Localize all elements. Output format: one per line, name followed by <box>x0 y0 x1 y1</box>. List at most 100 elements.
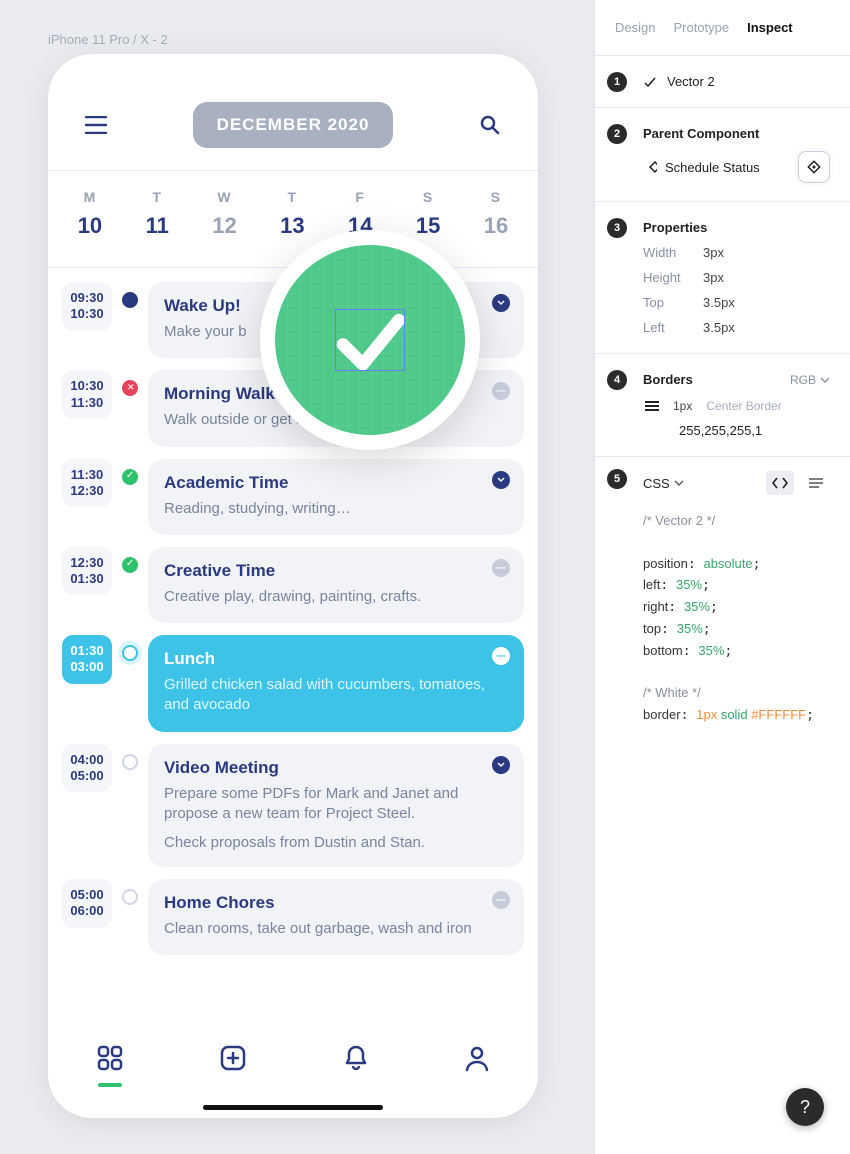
badge-code: 5 <box>607 469 627 489</box>
hamburger-button[interactable] <box>76 105 116 145</box>
expand-button[interactable]: – <box>492 891 510 909</box>
goto-component-button[interactable] <box>798 151 830 183</box>
bottom-nav <box>48 1028 538 1106</box>
status-dot[interactable] <box>122 645 138 661</box>
nav-notifications[interactable] <box>343 1044 369 1077</box>
day-of-week: M <box>78 189 102 205</box>
task-card[interactable]: –Home Chores Clean rooms, take out garbag… <box>148 879 524 955</box>
day-column[interactable]: S15 <box>416 189 440 239</box>
prop-value[interactable]: 3px <box>703 270 830 285</box>
badge-parent: 2 <box>607 124 627 144</box>
prop-value[interactable]: 3px <box>703 245 830 260</box>
table-view-button[interactable] <box>802 471 830 495</box>
task-description: Creative play, drawing, painting, crafts… <box>164 587 508 607</box>
layer-row[interactable]: Vector 2 <box>643 74 830 89</box>
status-dot[interactable] <box>122 380 138 396</box>
code-section: 5 CSS /* Vector 2 */ position: absolute;… <box>595 457 850 767</box>
task-row: 04:0005:00 Video Meeting Prepare some PDFs… <box>62 744 524 868</box>
task-card[interactable]: Academic TimeReading, studying, writing… <box>148 459 524 535</box>
chevron-down-icon <box>820 377 830 383</box>
badge-props: 3 <box>607 218 627 238</box>
code-lang-select[interactable]: CSS <box>643 476 684 491</box>
phone-header: DECEMBER 2020 <box>48 54 538 171</box>
prop-key: Top <box>643 295 703 310</box>
task-time: 10:3011:30 <box>62 370 112 419</box>
code-view-button[interactable] <box>766 471 794 495</box>
task-card[interactable]: –Creative TimeCreative play, drawing, pa… <box>148 547 524 623</box>
day-column[interactable]: S16 <box>484 189 508 239</box>
day-column[interactable]: T11 <box>146 189 169 239</box>
bell-icon <box>343 1044 369 1072</box>
prop-key: Height <box>643 270 703 285</box>
status-dot[interactable] <box>122 557 138 573</box>
target-icon <box>806 159 822 175</box>
properties-title: Properties <box>643 220 830 235</box>
task-row: 05:0006:00 –Home Chores Clean rooms, take … <box>62 879 524 955</box>
layer-section: 1 Vector 2 <box>595 56 850 108</box>
prop-value[interactable]: 3.5px <box>703 295 830 310</box>
task-time: 09:3010:30 <box>62 282 112 331</box>
task-card[interactable]: –LunchGrilled chicken salad with cucumbe… <box>148 635 524 732</box>
status-dot[interactable] <box>122 754 138 770</box>
month-selector[interactable]: DECEMBER 2020 <box>193 102 394 148</box>
tab-prototype[interactable]: Prototype <box>673 20 729 35</box>
day-of-week: T <box>146 189 169 205</box>
task-time: 05:0006:00 <box>62 879 112 928</box>
task-title: Video Meeting <box>164 758 508 778</box>
day-number: 10 <box>78 213 102 239</box>
badge-borders: 4 <box>607 370 627 390</box>
canvas-area: iPhone 11 Pro / X - 2 DECEMBER 2020 M 10 T… <box>0 0 594 1154</box>
vector-check-icon <box>643 75 657 89</box>
expand-button[interactable]: – <box>492 647 510 665</box>
properties-grid: Width3pxHeight3pxTop3.5pxLeft3.5px <box>643 245 830 335</box>
status-overlay-circle <box>275 245 465 435</box>
day-of-week: W <box>212 189 236 205</box>
home-indicator <box>203 1105 383 1110</box>
prop-key: Left <box>643 320 703 335</box>
task-title: Academic Time <box>164 473 508 493</box>
task-time: 01:3003:00 <box>62 635 112 684</box>
tab-design[interactable]: Design <box>615 20 655 35</box>
component-icon <box>643 160 657 174</box>
frame-label: iPhone 11 Pro / X - 2 <box>48 32 168 47</box>
help-button[interactable]: ? <box>786 1088 824 1126</box>
day-column[interactable]: W12 <box>212 189 236 239</box>
prop-value[interactable]: 3.5px <box>703 320 830 335</box>
task-title: Lunch <box>164 649 508 669</box>
task-time: 11:3012:30 <box>62 459 112 508</box>
border-width: 1px <box>673 399 692 413</box>
badge-layer: 1 <box>607 72 627 92</box>
status-dot[interactable] <box>122 292 138 308</box>
status-dot[interactable] <box>122 469 138 485</box>
task-description: Prepare some PDFs for Mark and Janet and… <box>164 784 508 825</box>
task-card[interactable]: Video Meeting Prepare some PDFs for Mark … <box>148 744 524 868</box>
code-block[interactable]: /* Vector 2 */ position: absolute; left:… <box>643 511 830 727</box>
task-time: 12:3001:30 <box>62 547 112 596</box>
task-row: 12:3001:30 –Creative TimeCreative play, d… <box>62 547 524 623</box>
search-button[interactable] <box>470 105 510 145</box>
task-title: Home Chores <box>164 893 508 913</box>
tab-inspect[interactable]: Inspect <box>747 20 793 35</box>
task-time: 04:0005:00 <box>62 744 112 793</box>
nav-add[interactable] <box>219 1044 247 1077</box>
border-style-icon[interactable] <box>645 401 659 411</box>
layer-name: Vector 2 <box>667 74 715 89</box>
nav-home[interactable] <box>96 1044 124 1077</box>
expand-button[interactable]: – <box>492 559 510 577</box>
expand-button[interactable] <box>492 756 510 774</box>
expand-button[interactable] <box>492 471 510 489</box>
expand-button[interactable] <box>492 294 510 312</box>
parent-component-row[interactable]: Schedule Status <box>643 160 760 175</box>
day-column[interactable]: T13 <box>280 189 304 239</box>
borders-section: 4 Borders RGB 1px Center Border 255,255,… <box>595 354 850 457</box>
color-mode-select[interactable]: RGB <box>790 373 830 387</box>
properties-section: 3 Properties Width3pxHeight3pxTop3.5pxLe… <box>595 202 850 354</box>
inspector-tabs: Design Prototype Inspect <box>595 0 850 56</box>
day-of-week: T <box>280 189 304 205</box>
day-column[interactable]: M 10 <box>78 189 102 239</box>
task-description: Clean rooms, take out garbage, wash and … <box>164 919 508 939</box>
day-of-week: S <box>416 189 440 205</box>
nav-profile[interactable] <box>464 1044 490 1077</box>
week-row: M10T11W12T13F14S15S16 <box>48 171 538 268</box>
status-dot[interactable] <box>122 889 138 905</box>
